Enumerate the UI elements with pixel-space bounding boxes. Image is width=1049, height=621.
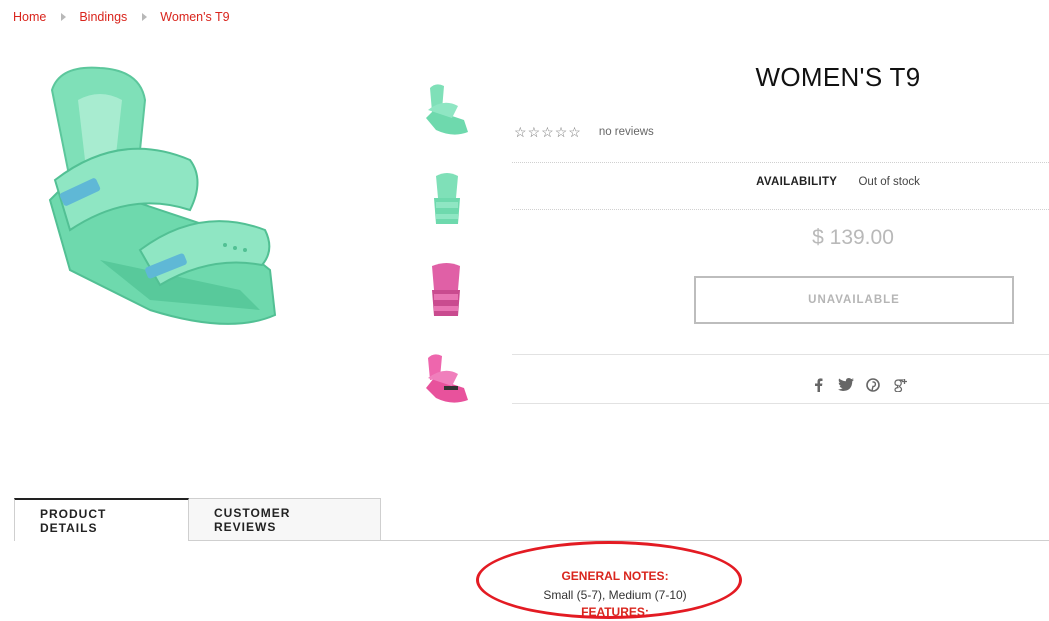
star-icon[interactable]: ☆ [541, 124, 554, 140]
product-details-content: GENERAL NOTES: Small (5-7), Medium (7-10… [420, 569, 810, 619]
breadcrumb-bindings[interactable]: Bindings [79, 10, 127, 24]
breadcrumb-current[interactable]: Women's T9 [160, 10, 229, 24]
main-product-image[interactable] [30, 60, 300, 350]
chevron-right-icon [61, 13, 67, 21]
star-icon[interactable]: ☆ [514, 124, 527, 140]
google-plus-icon[interactable] [891, 376, 908, 393]
thumbnail-4[interactable] [418, 350, 476, 412]
twitter-icon[interactable] [837, 376, 854, 393]
tab-customer-reviews[interactable]: CUSTOMER REVIEWS [189, 498, 381, 541]
availability-label: AVAILABILITY [756, 176, 838, 188]
reviews-count: no reviews [598, 126, 654, 138]
star-icon[interactable]: ☆ [568, 124, 581, 140]
facebook-icon[interactable] [810, 376, 827, 393]
divider [512, 354, 1049, 355]
social-share [810, 376, 908, 393]
size-notes: Small (5-7), Medium (7-10) [543, 588, 687, 602]
divider [512, 209, 1049, 210]
divider [512, 403, 1049, 404]
product-price: $ 139.00 [812, 226, 894, 249]
product-tabs: PRODUCT DETAILS CUSTOMER REVIEWS [14, 498, 381, 541]
divider [512, 162, 1049, 163]
star-icon[interactable]: ☆ [528, 124, 541, 140]
breadcrumb: Home Bindings Women's T9 [13, 10, 230, 24]
availability: AVAILABILITY Out of stock [628, 176, 1048, 188]
star-icon[interactable]: ☆ [555, 124, 568, 140]
chevron-right-icon [142, 13, 148, 21]
rating: ☆ ☆ ☆ ☆ ☆ no reviews [514, 124, 654, 140]
features-heading: FEATURES: [581, 605, 649, 619]
tab-product-details[interactable]: PRODUCT DETAILS [14, 498, 189, 541]
availability-value: Out of stock [858, 176, 920, 188]
general-notes-heading: GENERAL NOTES: [561, 569, 669, 583]
thumbnail-1[interactable] [418, 80, 476, 142]
thumbnail-3[interactable] [418, 260, 476, 322]
star-rating[interactable]: ☆ ☆ ☆ ☆ ☆ [514, 124, 581, 140]
thumbnail-2[interactable] [418, 170, 476, 232]
product-title: WOMEN'S T9 [755, 62, 921, 92]
tabs-divider [189, 540, 1049, 541]
unavailable-button[interactable]: UNAVAILABLE [694, 276, 1014, 324]
breadcrumb-home[interactable]: Home [13, 10, 46, 24]
pinterest-icon[interactable] [864, 376, 881, 393]
